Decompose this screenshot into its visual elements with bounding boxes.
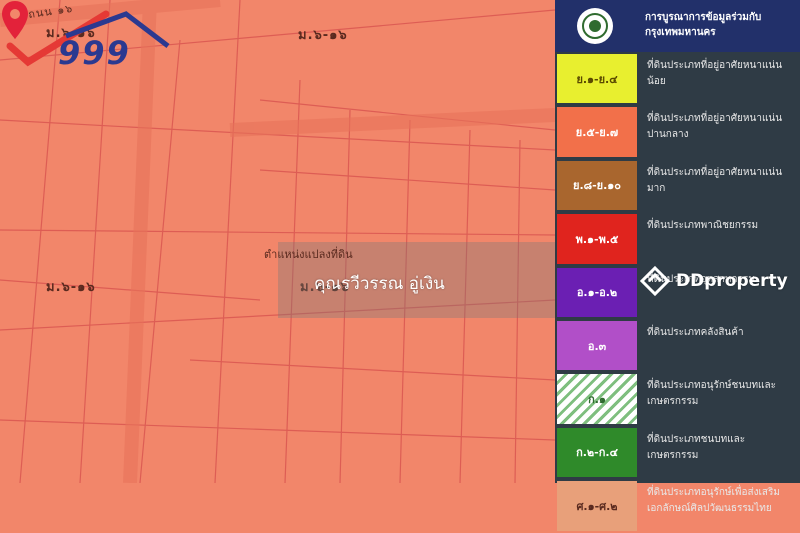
legend-swatch: ก.๑ xyxy=(557,374,637,424)
location-pin-icon[interactable] xyxy=(0,0,30,40)
zoning-map[interactable]: ม.๖-๑๖ ม.๖-๑๖ ม.๖-๑๖ ม.๖-๑๖ ถนน ๑๖ 999 ต… xyxy=(0,0,555,483)
legend-header: การบูรณาการข้อมูลร่วมกับ กรุงเทพมหานคร xyxy=(555,0,800,52)
legend-swatch: พ.๑-พ.๕ xyxy=(557,214,637,264)
legend-swatch: ย.๘-ย.๑๐ xyxy=(557,160,637,211)
logo-999: 999 xyxy=(6,6,176,72)
legend-description: ที่ดินประเภทชนบทและเกษตรกรรม xyxy=(647,433,746,461)
zone-label: ม.๖-๑๖ xyxy=(298,28,348,43)
ddproperty-text: DDproperty xyxy=(676,271,788,291)
logo-text: 999 xyxy=(58,34,131,72)
legend-row: ย.๑-ย.๔ ที่ดินประเภทที่อยู่อาศัยหนาแน่นน้… xyxy=(555,52,800,105)
legend-swatch: อ.๓ xyxy=(557,321,637,371)
legend-code: อ.๓ xyxy=(587,339,607,353)
legend-code: ย.๕-ย.๗ xyxy=(575,126,619,140)
legend-description: ที่ดินประเภทที่อยู่อาศัยหนาแน่นปานกลาง xyxy=(647,113,783,141)
legend-swatch: ย.๑-ย.๔ xyxy=(557,54,637,104)
legend-row: ก.๑ ที่ดินประเภทอนุรักษ์ชนบทและเกษตรกรรม xyxy=(555,372,800,425)
owner-name: คุณรวีวรรณ อู่เงิน xyxy=(314,274,445,294)
legend-code: ศ.๑-ศ.๒ xyxy=(576,499,618,513)
ddproperty-logo-icon xyxy=(640,266,670,296)
legend-row: พ.๑-พ.๕ ที่ดินประเภทพาณิชยกรรม xyxy=(555,212,800,265)
legend-code: พ.๑-พ.๕ xyxy=(575,232,619,246)
legend-description: ที่ดินประเภทอนุรักษ์เพื่อส่งเสริมเอกลักษ… xyxy=(647,487,780,515)
legend-swatch: อ.๑-อ.๒ xyxy=(557,267,637,317)
legend-code: ย.๑-ย.๔ xyxy=(576,72,618,86)
legend-title: การบูรณาการข้อมูลร่วมกับ กรุงเทพมหานคร xyxy=(645,12,762,38)
ddproperty-watermark: DDproperty xyxy=(640,266,788,296)
legend-row: อ.๓ ที่ดินประเภทคลังสินค้า xyxy=(555,319,800,372)
legend-description: ที่ดินประเภทที่อยู่อาศัยหนาแน่นน้อย xyxy=(647,60,783,87)
legend-row: ย.๕-ย.๗ ที่ดินประเภทที่อยู่อาศัยหนาแน่นปา… xyxy=(555,105,800,158)
bma-seal-icon xyxy=(577,8,613,44)
pin-label: ตำแหน่งแปลงที่ดิน xyxy=(264,248,353,261)
legend-code: ย.๘-ย.๑๐ xyxy=(573,179,621,193)
legend-swatch: ศ.๑-ศ.๒ xyxy=(557,481,637,531)
legend-row: ศ.๑-ศ.๒ ที่ดินประเภทอนุรักษ์เพื่อส่งเสริม… xyxy=(555,479,800,532)
legend-code: อ.๑-อ.๒ xyxy=(576,286,618,300)
legend-row: ก.๒-ก.๔ ที่ดินประเภทชนบทและเกษตรกรรม xyxy=(555,426,800,479)
legend-description: ที่ดินประเภทคลังสินค้า xyxy=(647,327,744,338)
zone-label: ม.๖-๑๖ xyxy=(46,280,96,295)
legend-code: ก.๑ xyxy=(588,393,606,407)
legend-code: ก.๒-ก.๔ xyxy=(576,446,618,460)
legend-swatch: ย.๕-ย.๗ xyxy=(557,107,637,157)
legend-row: ย.๘-ย.๑๐ ที่ดินประเภทที่อยู่อาศัยหนาแน่นม… xyxy=(555,159,800,212)
legend-description: ที่ดินประเภทอนุรักษ์ชนบทและเกษตรกรรม xyxy=(647,380,776,408)
zoning-legend: การบูรณาการข้อมูลร่วมกับ กรุงเทพมหานคร ย… xyxy=(555,0,800,531)
legend-swatch: ก.๒-ก.๔ xyxy=(557,427,637,478)
legend-description: ที่ดินประเภทที่อยู่อาศัยหนาแน่นมาก xyxy=(647,166,783,194)
legend-description: ที่ดินประเภทพาณิชยกรรม xyxy=(647,220,759,232)
